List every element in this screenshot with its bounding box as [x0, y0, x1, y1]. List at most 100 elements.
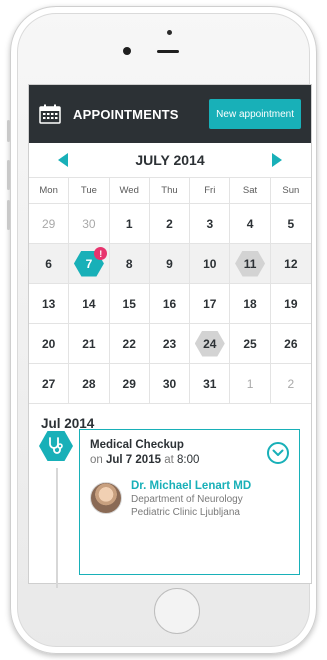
next-month-icon[interactable] [271, 152, 283, 168]
day-number: 26 [284, 336, 298, 351]
weekday-header: Thu [149, 178, 191, 204]
calendar-day[interactable]: 29 [109, 364, 150, 404]
calendar-day[interactable]: 31 [190, 364, 231, 404]
proximity-sensor [167, 30, 172, 35]
day-number: 21 [82, 336, 96, 351]
app-header: APPOINTMENTS New appointment [29, 85, 311, 143]
calendar-day[interactable]: 15 [109, 284, 150, 324]
calendar-day[interactable]: 9 [149, 244, 191, 284]
new-appointment-button[interactable]: New appointment [209, 99, 301, 129]
calendar-day[interactable]: 2 [270, 364, 311, 404]
day-number: 12 [284, 256, 298, 271]
calendar-day[interactable]: 17 [190, 284, 231, 324]
day-number: 24 [203, 336, 217, 351]
chevron-down-icon[interactable] [267, 442, 289, 464]
calendar-day[interactable]: 29 [29, 204, 70, 244]
month-navigation: JULY 2014 [29, 143, 311, 177]
calendar-day[interactable]: 30 [149, 364, 191, 404]
day-number: 14 [82, 296, 96, 311]
day-number: 8 [125, 256, 133, 271]
calendar-day[interactable]: 26 [270, 324, 311, 364]
day-number: 16 [162, 296, 177, 311]
calendar-day[interactable]: 12 [270, 244, 311, 284]
doctor-department: Department of Neurology [131, 494, 243, 505]
doctor-name[interactable]: Dr. Michael Lenart MD [131, 480, 251, 492]
volume-down-button [7, 200, 10, 230]
front-camera [123, 47, 131, 55]
calendar-day[interactable]: 11 [230, 244, 271, 284]
calendar-day[interactable]: 4 [230, 204, 271, 244]
page-title: APPOINTMENTS [73, 106, 179, 122]
volume-up-button [7, 160, 10, 190]
calendar-day[interactable]: 16 [149, 284, 191, 324]
calendar-icon [39, 104, 61, 124]
appointment-card[interactable]: Medical Checkup on Jul 7 2015 at 8:00 Dr… [79, 429, 300, 575]
earpiece-speaker [157, 50, 179, 53]
previous-month-icon[interactable] [57, 152, 69, 168]
doctor-info: Dr. Michael Lenart MD Department of Neur… [90, 480, 289, 518]
calendar-day[interactable]: 30 [69, 204, 110, 244]
appointment-on-label: on [90, 454, 103, 466]
calendar-day[interactable]: 18 [230, 284, 271, 324]
day-number: 15 [122, 296, 136, 311]
calendar-day[interactable]: 3 [190, 204, 231, 244]
calendar-day[interactable]: 20 [29, 324, 70, 364]
weekday-header: Sun [270, 178, 311, 204]
calendar-day[interactable]: 22 [109, 324, 150, 364]
calendar-day[interactable]: ! 7 [69, 244, 110, 284]
calendar-day[interactable]: 1 [109, 204, 150, 244]
calendar-day[interactable]: 10 [190, 244, 231, 284]
calendar-day[interactable]: 23 [149, 324, 191, 364]
day-number: 17 [203, 296, 217, 311]
doctor-avatar [90, 482, 122, 514]
day-number: 9 [166, 256, 173, 271]
calendar-day[interactable]: 19 [270, 284, 311, 324]
alert-badge: ! [94, 247, 108, 260]
weekday-header: Sat [230, 178, 271, 204]
weekday-header: Tue [69, 178, 110, 204]
day-number: 27 [41, 376, 56, 391]
doctor-clinic: Pediatric Clinic Ljubljana [131, 507, 240, 518]
calendar-grid: Mon Tue Wed Thu Fri Sat Sun 29 30 1 2 3 4 5 6! 7… [29, 177, 311, 404]
weekday-header: Wed [109, 178, 150, 204]
day-number: 23 [162, 336, 177, 351]
day-number: 6 [45, 256, 52, 271]
calendar-day[interactable]: 6 [29, 244, 70, 284]
day-number: 20 [41, 336, 56, 351]
appointment-when: on Jul 7 2015 at 8:00 [90, 454, 289, 466]
calendar-day[interactable]: 5 [270, 204, 311, 244]
day-number: 10 [203, 256, 217, 271]
home-button[interactable] [154, 588, 200, 634]
day-number: 18 [243, 296, 257, 311]
weekday-header: Mon [29, 178, 70, 204]
day-number: 25 [243, 336, 257, 351]
calendar-day[interactable]: 8 [109, 244, 150, 284]
appointment-title: Medical Checkup [90, 439, 184, 451]
day-number: 29 [122, 376, 136, 391]
appointment-at-label: at [164, 454, 174, 466]
day-number: 1 [246, 376, 254, 391]
calendar-day[interactable]: 24 [190, 324, 231, 364]
calendar-day[interactable]: 2 [149, 204, 191, 244]
day-number: 7 [85, 256, 93, 271]
day-number: 19 [284, 296, 298, 311]
day-number: 30 [162, 376, 177, 391]
weekday-header: Fri [190, 178, 231, 204]
month-title: JULY 2014 [135, 152, 205, 168]
calendar-day[interactable]: 25 [230, 324, 271, 364]
day-number: 29 [41, 216, 56, 231]
mute-switch [7, 120, 10, 142]
calendar-day[interactable]: 13 [29, 284, 70, 324]
calendar-day[interactable]: 21 [69, 324, 110, 364]
day-number: 30 [82, 216, 96, 231]
day-number: 22 [122, 336, 136, 351]
day-number: 31 [203, 376, 217, 391]
appointment-date: Jul 7 2015 [106, 454, 161, 466]
calendar-day[interactable]: 14 [69, 284, 110, 324]
day-number: 5 [287, 216, 295, 231]
calendar-day[interactable]: 28 [69, 364, 110, 404]
day-number: 4 [246, 216, 254, 231]
day-number: 1 [125, 216, 133, 231]
calendar-day[interactable]: 1 [230, 364, 271, 404]
calendar-day[interactable]: 27 [29, 364, 70, 404]
